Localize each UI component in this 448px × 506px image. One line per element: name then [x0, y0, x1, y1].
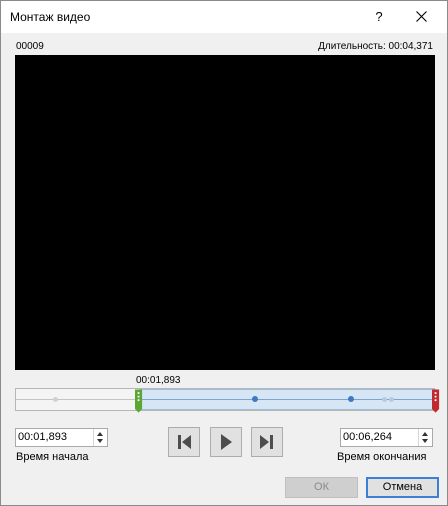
timeline-marker [53, 397, 58, 402]
previous-frame-icon [178, 435, 191, 449]
play-button[interactable] [210, 427, 242, 457]
timeline-marker [252, 396, 258, 402]
ok-button[interactable]: ОК [285, 477, 358, 498]
timeline-marker [348, 396, 354, 402]
help-icon: ? [375, 9, 383, 24]
close-button[interactable] [399, 1, 445, 33]
start-time-spinner[interactable]: 00:01,893 [15, 428, 108, 447]
end-time-label: Время окончания [337, 451, 427, 463]
increment-icon[interactable] [97, 432, 103, 436]
start-time-arrows[interactable] [93, 429, 107, 446]
increment-icon[interactable] [422, 432, 428, 436]
timeline-marker [382, 397, 387, 402]
end-time-value[interactable]: 00:06,264 [343, 431, 392, 443]
end-trim-handle[interactable] [432, 388, 440, 415]
dialog-title: Монтаж видео [10, 10, 91, 24]
previous-frame-button[interactable] [168, 427, 200, 457]
start-time-label: Время начала [16, 451, 89, 463]
cancel-button[interactable]: Отмена [366, 477, 439, 498]
duration-label: Длительность: 00:04,371 [318, 41, 433, 52]
clip-name: 00009 [16, 41, 44, 52]
next-frame-button[interactable] [251, 427, 283, 457]
timeline-marker [389, 397, 394, 402]
next-frame-icon [260, 435, 273, 449]
current-time-label: 00:01,893 [136, 375, 181, 386]
decrement-icon[interactable] [422, 439, 428, 443]
decrement-icon[interactable] [97, 439, 103, 443]
trim-timeline[interactable] [15, 388, 440, 413]
end-time-spinner[interactable]: 00:06,264 [340, 428, 433, 447]
help-button[interactable]: ? [359, 1, 399, 33]
close-icon [416, 11, 427, 22]
start-trim-handle[interactable] [135, 388, 143, 415]
video-preview [15, 55, 435, 370]
video-trim-dialog: Монтаж видео ? 00009 Длительность: 00:04… [0, 0, 448, 506]
start-time-value[interactable]: 00:01,893 [18, 431, 67, 443]
play-icon [221, 434, 232, 450]
end-time-arrows[interactable] [418, 429, 432, 446]
title-bar: Монтаж видео ? [1, 1, 447, 33]
